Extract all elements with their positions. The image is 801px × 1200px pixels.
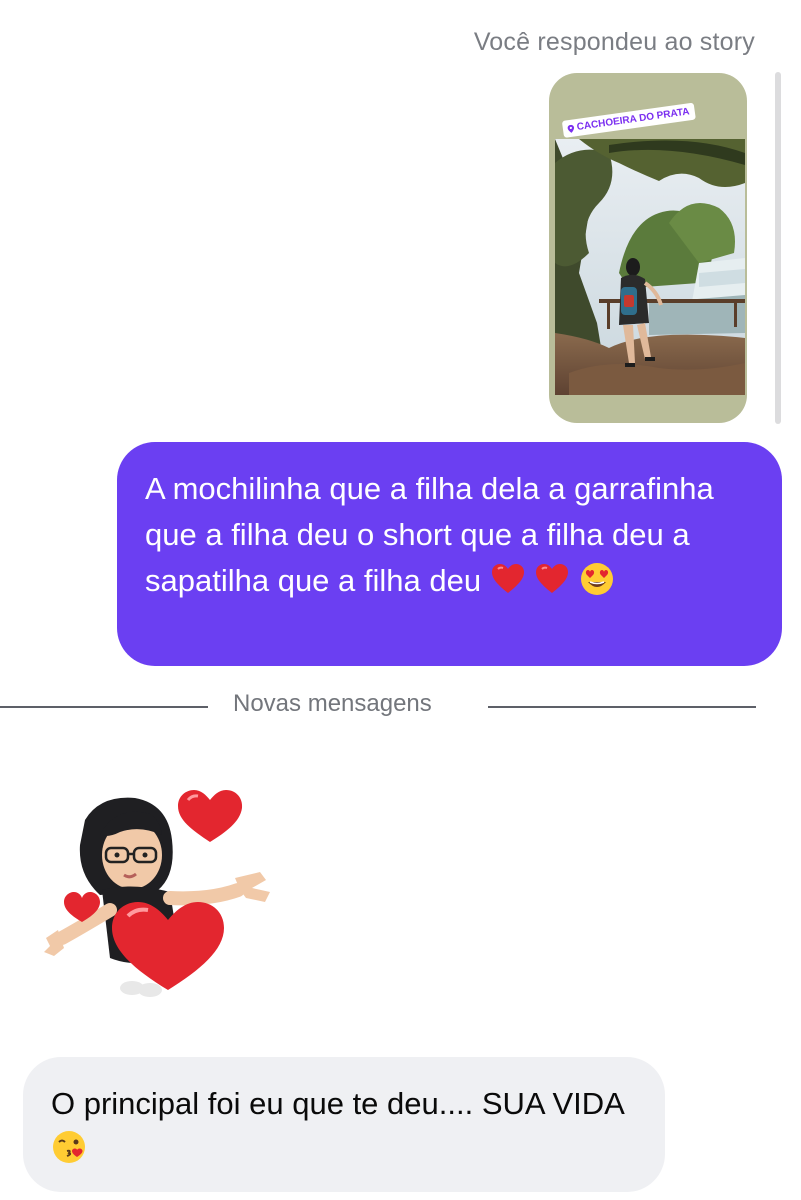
sent-message-bubble[interactable]: A mochilinha que a filha dela a garrafin… xyxy=(117,442,782,666)
avatar-hearts-icon xyxy=(44,790,270,997)
divider-label: Novas mensagens xyxy=(233,690,432,717)
kissing-wink-face-icon xyxy=(53,1131,85,1163)
location-pin-icon xyxy=(567,124,574,133)
red-heart-icon xyxy=(491,564,524,593)
sent-message-text: A mochilinha que a filha dela a garrafin… xyxy=(145,471,714,598)
divider-line xyxy=(488,706,756,708)
heart-eyes-face-icon xyxy=(580,563,613,595)
avatar-hearts-sticker[interactable] xyxy=(40,780,300,1005)
new-messages-divider: Novas mensagens xyxy=(0,690,801,724)
red-heart-icon xyxy=(536,564,569,593)
story-reply-caption: Você respondeu ao story xyxy=(473,28,755,56)
scrollbar[interactable] xyxy=(775,72,781,424)
received-message-text: O principal foi eu que te deu.... SUA VI… xyxy=(51,1086,625,1121)
story-preview[interactable]: CACHOEIRA DO PRATA xyxy=(549,73,747,423)
divider-line xyxy=(0,706,208,708)
received-message-bubble[interactable]: O principal foi eu que te deu.... SUA VI… xyxy=(23,1057,665,1192)
